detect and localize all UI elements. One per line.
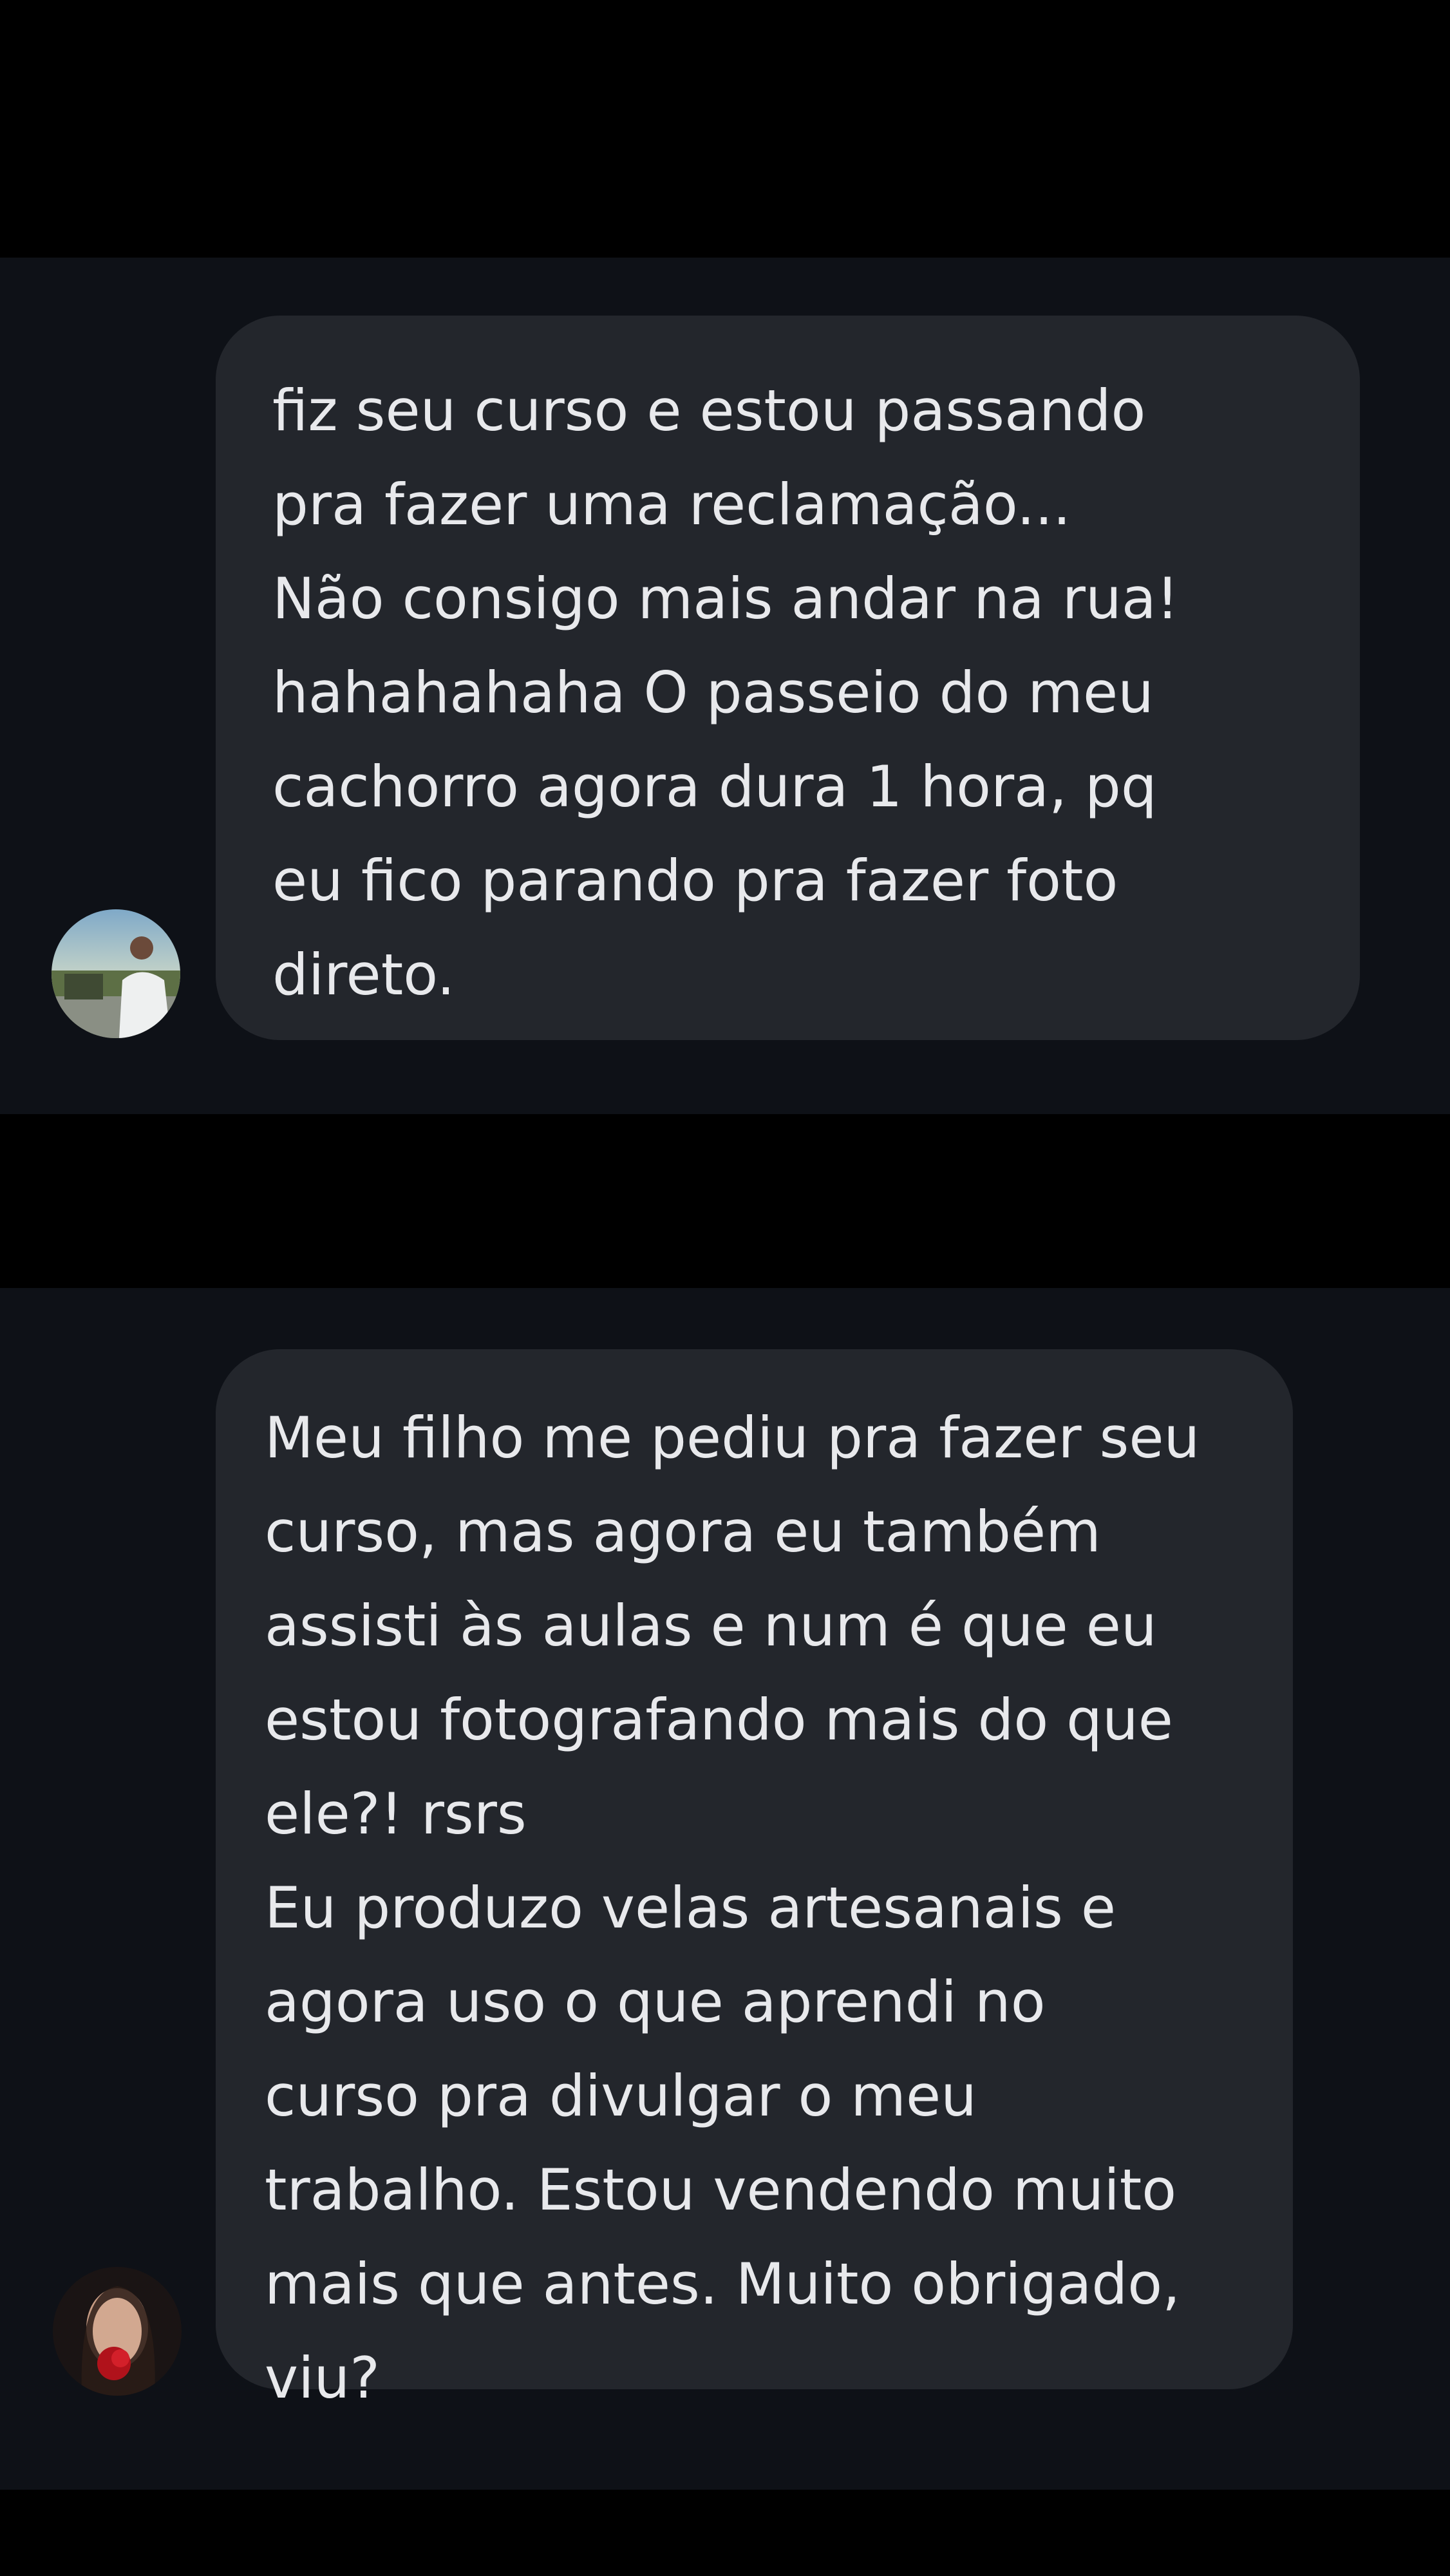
message-panel-2: Meu filho me pediu pra fazer seu curso, … [0, 1288, 1450, 2490]
avatar-photo-icon [53, 2267, 182, 2396]
avatar-photo-icon [52, 909, 180, 1038]
message-panel-1: fiz seu curso e estou passando pra fazer… [0, 258, 1450, 1114]
user-avatar[interactable] [52, 909, 180, 1038]
message-bubble: Meu filho me pediu pra fazer seu curso, … [216, 1349, 1293, 2411]
message-bubble: fiz seu curso e estou passando pra fazer… [216, 316, 1360, 1040]
user-avatar[interactable] [53, 2267, 182, 2396]
